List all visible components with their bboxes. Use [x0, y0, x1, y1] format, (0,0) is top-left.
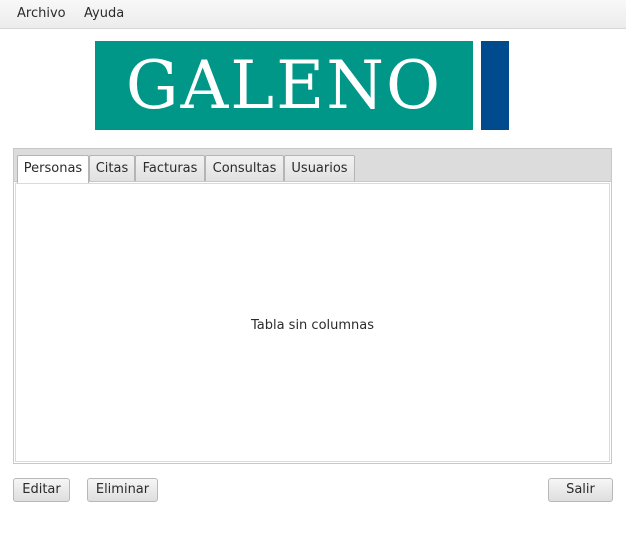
menu-ayuda[interactable]: Ayuda	[84, 6, 124, 21]
salir-button[interactable]: Salir	[548, 478, 613, 502]
tab-strip: Personas Citas Facturas Consultas Usuari…	[13, 148, 612, 183]
menu-archivo[interactable]: Archivo	[17, 6, 66, 21]
tab-consultas[interactable]: Consultas	[205, 155, 284, 182]
tab-content-panel: Tabla sin columnas	[13, 181, 612, 464]
menu-bar: Archivo Ayuda	[0, 0, 626, 29]
tab-usuarios[interactable]: Usuarios	[284, 155, 355, 182]
editar-button[interactable]: Editar	[13, 478, 70, 502]
empty-table-message: Tabla sin columnas	[250, 318, 375, 333]
eliminar-button[interactable]: Eliminar	[87, 478, 158, 502]
personas-table[interactable]: Tabla sin columnas	[15, 183, 610, 462]
logo-text: GALENO	[125, 47, 443, 124]
logo-stripe	[481, 41, 509, 130]
tab-facturas[interactable]: Facturas	[135, 155, 205, 182]
galeno-logo: GALENO	[95, 41, 473, 130]
tab-citas[interactable]: Citas	[89, 155, 135, 182]
tab-personas[interactable]: Personas	[17, 155, 89, 183]
